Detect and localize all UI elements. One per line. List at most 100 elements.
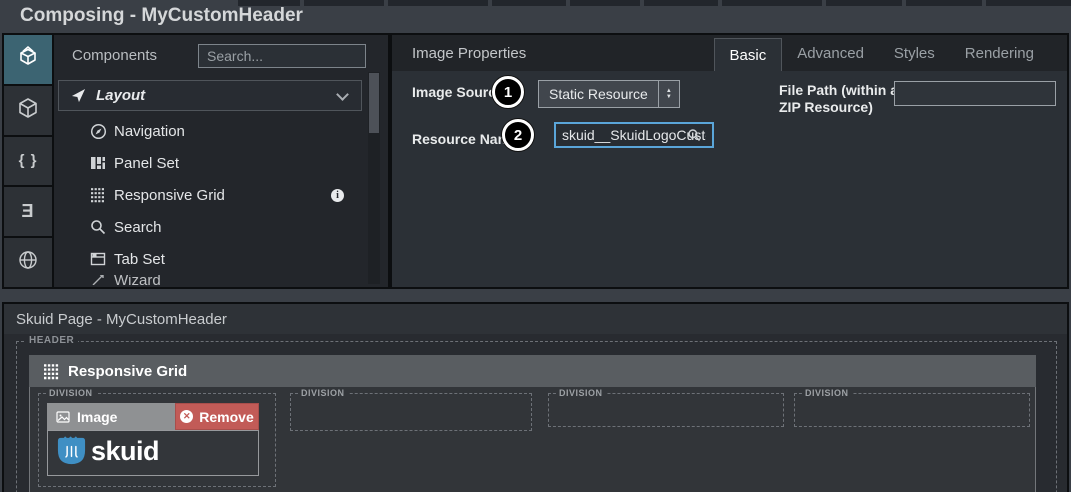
toolbar-stub-row (238, 0, 1071, 6)
panels-icon (88, 155, 108, 171)
skuid-composer-window: Composing - MyCustomHeader (0, 0, 1071, 492)
header-drop-region[interactable]: HEADER Responsive Grid DIVISION (16, 341, 1057, 492)
responsive-grid-component[interactable]: Responsive Grid DIVISION (29, 355, 1036, 492)
composer-section: { } Ǝ Components (2, 33, 1069, 289)
components-list: Navigation Panel Set (58, 115, 362, 287)
properties-title: Image Properties (412, 45, 526, 62)
skuid-logo-text: skuid (91, 436, 159, 467)
tab-basic[interactable]: Basic (714, 38, 783, 71)
components-scrollbar[interactable] (368, 72, 380, 284)
wizard-icon (88, 275, 108, 285)
image-source-label: Image Source (412, 84, 504, 101)
left-toolbar: { } Ǝ (4, 35, 52, 287)
magnifier-icon (88, 219, 108, 235)
toolbar-tab-stub[interactable] (826, 0, 902, 6)
responsive-grid-body: DIVISION (29, 387, 1036, 492)
image-preview[interactable]: skuid (47, 430, 259, 476)
canvas-header: Skuid Page - MyCustomHeader (4, 304, 1067, 334)
grid-icon (43, 363, 60, 380)
remove-x-icon: ✕ (180, 410, 193, 423)
component-item-responsive-grid[interactable]: Responsive Grid i (58, 179, 362, 211)
component-item-label: Search (114, 219, 162, 236)
globe-icon (17, 249, 39, 276)
annotation-badge-2: 2 (502, 119, 534, 151)
css-icon: Ǝ (21, 201, 34, 222)
page-title: Composing - MyCustomHeader (20, 5, 303, 27)
component-item-panel-set[interactable]: Panel Set (58, 147, 362, 179)
grid-icon (88, 187, 108, 203)
toolbar-tab-stub[interactable] (722, 0, 822, 6)
sidebar-item-global[interactable] (4, 238, 52, 287)
sidebar-item-javascript[interactable]: { } (4, 137, 52, 186)
division-label: DIVISION (556, 388, 606, 398)
component-item-wizard[interactable]: Wizard (58, 275, 362, 285)
component-item-label: Tab Set (114, 251, 165, 268)
sidebar-item-models[interactable] (4, 86, 52, 135)
cube-icon (17, 97, 39, 124)
properties-header: Image Properties Basic Advanced Styles R… (392, 35, 1067, 71)
select-stepper-icon: ▲▼ (658, 81, 679, 107)
header-region-label: HEADER (25, 335, 78, 346)
component-item-tab-set[interactable]: Tab Set (58, 243, 362, 275)
components-panel-title: Components (72, 47, 157, 64)
image-source-value: Static Resource (539, 81, 658, 107)
responsive-grid-bar[interactable]: Responsive Grid (29, 355, 1036, 387)
info-icon[interactable]: i (331, 189, 344, 202)
component-item-search[interactable]: Search (58, 211, 362, 243)
component-group-label: Layout (96, 87, 145, 104)
paper-plane-icon (71, 88, 86, 103)
canvas-title: Skuid Page - MyCustomHeader (16, 311, 227, 328)
toolbar-tab-stub[interactable] (570, 0, 640, 6)
chevron-down-icon (336, 88, 349, 101)
properties-tabs: Basic Advanced Styles Rendering (714, 35, 1049, 71)
remove-button-label: Remove (199, 409, 253, 425)
component-group-layout[interactable]: Layout (58, 80, 362, 111)
components-box-icon (16, 45, 40, 74)
division-label: DIVISION (46, 388, 96, 398)
image-component-label: Image (77, 409, 117, 425)
toolbar-tab-stub[interactable] (906, 0, 982, 6)
sidebar-item-components[interactable] (4, 35, 52, 84)
sidebar-item-css[interactable]: Ǝ (4, 187, 52, 236)
file-path-label: File Path (within a ZIP Resource) (779, 82, 901, 116)
image-component[interactable]: Image ✕ Remove (47, 403, 259, 476)
image-component-titlebar[interactable]: Image (47, 403, 175, 430)
tab-styles[interactable]: Styles (879, 35, 950, 71)
resource-name-input[interactable] (554, 122, 714, 148)
component-item-label: Responsive Grid (114, 187, 225, 204)
components-panel: Components Layout (54, 35, 388, 287)
braces-icon: { } (19, 152, 38, 169)
scrollbar-thumb[interactable] (369, 73, 379, 133)
annotation-badge-1: 1 (492, 76, 524, 108)
properties-body: Image Source 1 Static Resource ▲▼ File P… (392, 71, 1067, 287)
grid-division-1[interactable]: DIVISION (38, 393, 276, 487)
toolbar-tab-stub[interactable] (304, 0, 384, 6)
component-item-label: Wizard (114, 275, 161, 285)
division-label: DIVISION (298, 388, 348, 398)
image-source-select[interactable]: Static Resource ▲▼ (538, 80, 680, 108)
toolbar-tab-stub[interactable] (388, 0, 488, 6)
picture-icon (56, 411, 70, 423)
grid-division-3[interactable]: DIVISION (548, 393, 784, 427)
tab-rendering[interactable]: Rendering (950, 35, 1049, 71)
canvas-body: HEADER Responsive Grid DIVISION (4, 334, 1067, 492)
component-item-navigation[interactable]: Navigation (58, 115, 362, 147)
skuid-logo-icon (56, 434, 87, 472)
responsive-grid-label: Responsive Grid (68, 363, 187, 380)
file-path-input[interactable] (894, 81, 1056, 106)
components-search-input[interactable] (198, 44, 366, 68)
grid-division-4[interactable]: DIVISION (794, 393, 1030, 427)
toolbar-tab-stub[interactable] (986, 0, 1071, 6)
component-item-label: Panel Set (114, 155, 179, 172)
toolbar-tab-stub[interactable] (644, 0, 718, 6)
compass-icon (88, 123, 108, 140)
grid-division-2[interactable]: DIVISION (290, 393, 532, 431)
remove-button[interactable]: ✕ Remove (175, 403, 259, 430)
tab-advanced[interactable]: Advanced (782, 35, 879, 71)
canvas-section: Skuid Page - MyCustomHeader HEADER Respo… (2, 302, 1069, 492)
component-item-label: Navigation (114, 123, 185, 140)
division-label: DIVISION (802, 388, 852, 398)
tabs-icon (88, 251, 108, 267)
toolbar-tab-stub[interactable] (492, 0, 566, 6)
properties-panel: Image Properties Basic Advanced Styles R… (392, 35, 1067, 287)
